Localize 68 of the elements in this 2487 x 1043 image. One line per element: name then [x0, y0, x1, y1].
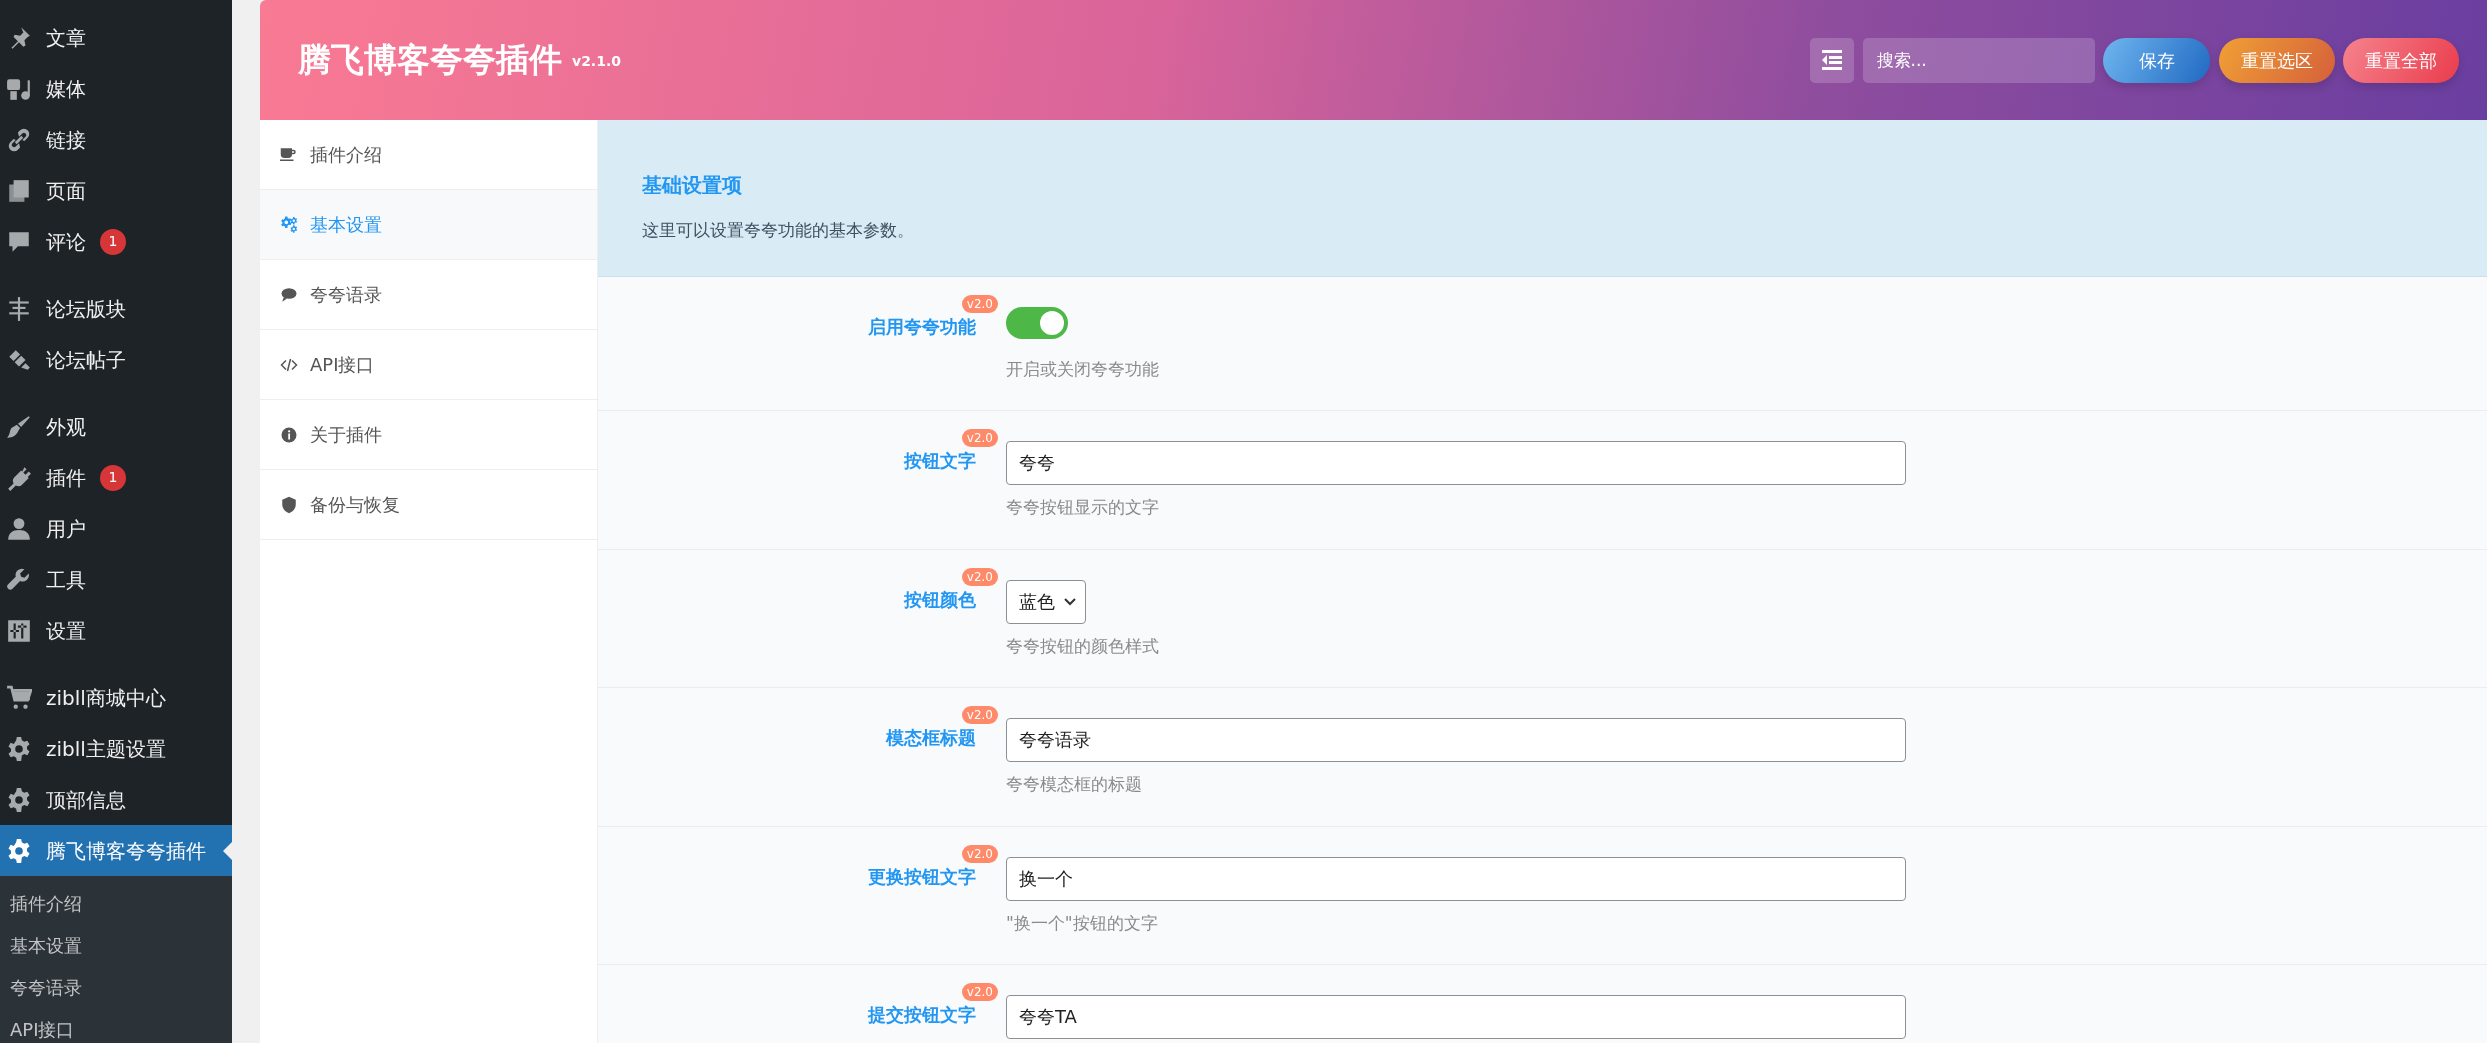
admin-menu-item[interactable]: 评论 1 [0, 216, 232, 267]
wrench-icon [6, 566, 32, 593]
gear-icon [6, 837, 32, 864]
admin-menu-item[interactable]: 论坛帖子 [0, 334, 232, 385]
text-field[interactable]: 夸夸 [1006, 441, 1906, 485]
field-label: 提交按钮文字 [868, 1004, 976, 1025]
speech-bubble-icon [280, 285, 298, 304]
list-icon [1822, 50, 1842, 70]
field-label: 更换按钮文字 [868, 865, 976, 887]
admin-menu-item[interactable]: 论坛版块 [0, 283, 232, 334]
gear-icon [6, 735, 32, 762]
admin-menu-item[interactable]: 文章 [0, 12, 232, 63]
cart-icon [6, 684, 32, 711]
gears-icon [280, 215, 298, 234]
admin-menu-item[interactable]: zibll商城中心 [0, 672, 232, 723]
version-badge: v2.0 [961, 567, 998, 586]
gear-icon [6, 786, 32, 813]
admin-menu-item[interactable]: 顶部信息 [0, 774, 232, 825]
admin-menu-item[interactable]: 页面 [0, 165, 232, 216]
submenu-item[interactable]: 插件介绍 [0, 882, 232, 924]
admin-menu-item[interactable]: 插件 1 [0, 452, 232, 503]
field-description: 夸夸模态框的标题 [1006, 773, 1143, 796]
section-description: 这里可以设置夸夸功能的基本参数。 [642, 219, 915, 242]
brush-icon [6, 413, 32, 440]
text-field[interactable]: 夸夸TA [1006, 995, 1906, 1039]
dropdown[interactable]: 蓝色 [1006, 579, 1086, 624]
cup-icon [280, 145, 298, 164]
field-description: "换一个"按钮的文字 [1006, 911, 1159, 935]
menu-toggle-button[interactable] [1810, 37, 1854, 83]
submenu-item[interactable]: 夸夸语录 [0, 966, 232, 1008]
info-icon [280, 425, 298, 444]
count-badge: 1 [100, 464, 126, 491]
admin-menu-item[interactable]: 腾飞博客夸夸插件 [0, 825, 232, 876]
link-icon [6, 126, 32, 153]
field-label: 模态框标题 [886, 727, 976, 748]
field-label: 按钮文字 [904, 450, 976, 471]
user-icon [6, 515, 32, 542]
section-title: 基础设置项 [642, 172, 743, 199]
page-icon [6, 177, 32, 204]
version-badge: v2.0 [961, 844, 998, 863]
submenu-item[interactable]: 基本设置 [0, 924, 232, 966]
count-badge: 1 [100, 228, 126, 255]
toggle-switch[interactable] [1006, 307, 1068, 339]
text-field[interactable]: 换一个 [1006, 856, 1906, 901]
version-badge: v2.0 [961, 706, 998, 724]
version-badge: v2.0 [961, 295, 998, 313]
admin-menu-item[interactable]: 设置 [0, 605, 232, 656]
field-label: 按钮颜色 [904, 588, 976, 610]
settings-icon [6, 617, 32, 644]
field-label: 启用夸夸功能 [868, 316, 976, 337]
admin-menu-item[interactable]: 外观 [0, 401, 232, 452]
submenu-item[interactable]: API接口 [0, 1008, 232, 1043]
admin-menu-item[interactable]: zibll主题设置 [0, 723, 232, 774]
save-button[interactable]: 保存 [2103, 37, 2210, 83]
text-field[interactable]: 夸夸语录 [1006, 718, 1906, 762]
admin-menu-item[interactable]: 用户 [0, 503, 232, 554]
version-badge: v2.0 [961, 983, 998, 1001]
version-badge: v2.0 [961, 429, 998, 447]
shield-icon [280, 495, 298, 514]
plugin-title: 腾飞博客夸夸插件 [298, 39, 562, 82]
admin-menu-item[interactable]: 工具 [0, 554, 232, 605]
plug-icon [6, 464, 32, 491]
field-description: 夸夸按钮的颜色样式 [1006, 634, 1159, 658]
admin-menu-item[interactable]: 媒体 [0, 63, 232, 114]
field-description: 夸夸按钮显示的文字 [1006, 496, 1160, 519]
field-description: 开启或关闭夸夸功能 [1006, 357, 1159, 381]
admin-menu-item[interactable]: 链接 [0, 114, 232, 165]
version-label: v2.1.0 [572, 52, 621, 71]
